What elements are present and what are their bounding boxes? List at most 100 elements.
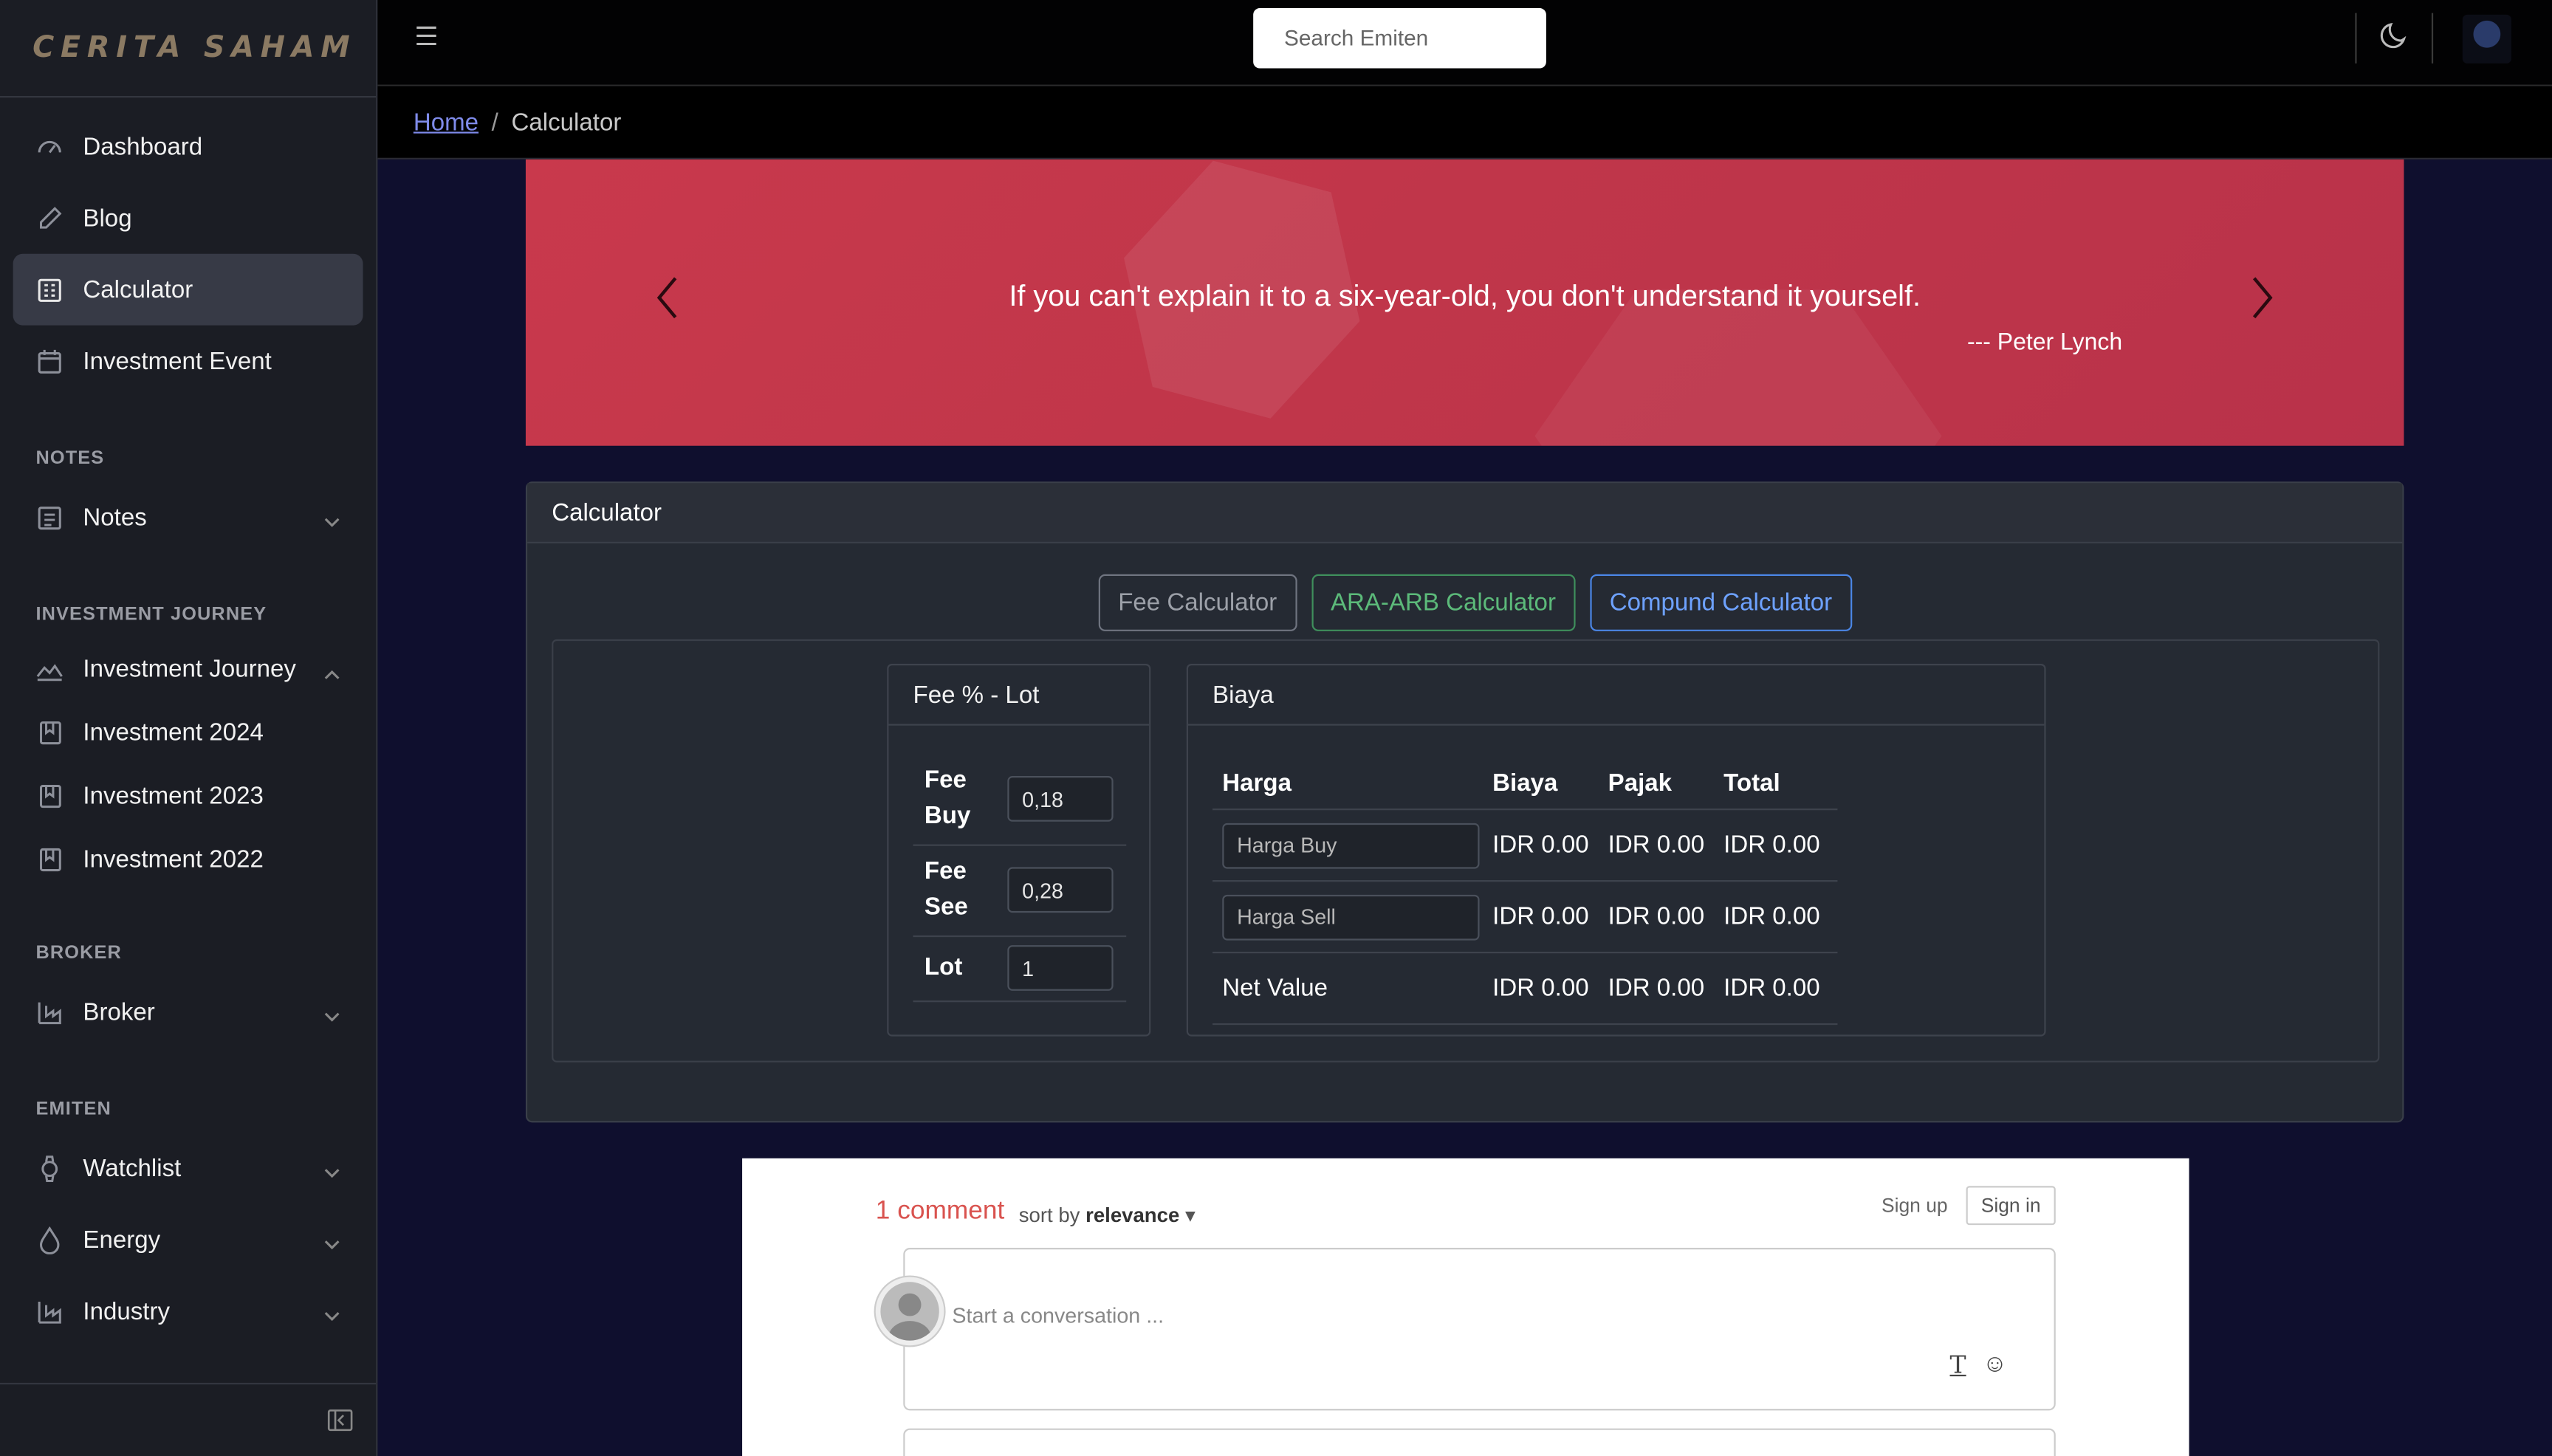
brand-logo[interactable]: CERITA SAHAM (0, 0, 377, 98)
header-divider (2355, 13, 2357, 63)
pajak-cell: IDR 0.00 (1608, 831, 1705, 859)
emoji-icon[interactable]: ☺ (1983, 1350, 2008, 1380)
sidebar-item-watchlist[interactable]: Watchlist (13, 1133, 363, 1204)
fee-table: Fee Buy Fee See Lot (913, 755, 1127, 1003)
quote-carousel: If you can't explain it to a six-year-ol… (525, 159, 2404, 446)
sidebar-item-notes[interactable]: Notes (13, 481, 363, 553)
biaya-table: Harga Biaya Pajak Total IDR 0.00 IDR 0.0… (1212, 757, 1838, 1026)
comment-box-secondary (903, 1428, 2056, 1456)
chevron-down-icon (324, 1232, 340, 1250)
sidebar-item-label: Investment 2024 (83, 718, 264, 747)
search-input[interactable] (1253, 8, 1546, 69)
column-header-harga: Harga (1222, 769, 1292, 797)
column-header-total: Total (1723, 769, 1780, 797)
sidebar-item-label: Broker (83, 997, 155, 1026)
fee-sell-label: Fee See (924, 857, 968, 921)
fee-buy-label: Fee Buy (924, 766, 971, 830)
user-avatar (875, 1277, 944, 1346)
section-title-emiten: EMITEN (35, 1099, 112, 1119)
top-header (377, 0, 2552, 86)
harga-cell (1212, 822, 1492, 868)
composer-tools: T ☺ (1950, 1350, 2008, 1380)
biaya-card-title: Biaya (1187, 665, 2045, 726)
sidebar-item-dashboard[interactable]: Dashboard (13, 111, 363, 182)
tab-compound-calculator[interactable]: Compund Calculator (1590, 574, 1852, 631)
harga-cell (1212, 893, 1492, 940)
comments-widget: 1 comment sort by relevance ▾ Sign up Si… (742, 1158, 2189, 1456)
section-title-notes: NOTES (35, 449, 105, 469)
sidebar-item-label: Dashboard (83, 132, 203, 161)
journal-icon (35, 719, 63, 746)
tab-ara-arb-calculator[interactable]: ARA-ARB Calculator (1311, 574, 1576, 631)
journal-icon (35, 783, 63, 810)
calculator-panel: Fee % - Lot Fee Buy Fee See Lot (552, 639, 2380, 1062)
tab-fee-calculator[interactable]: Fee Calculator (1098, 574, 1297, 631)
chevron-down-icon (324, 1303, 340, 1322)
biaya-cell: IDR 0.00 (1492, 831, 1589, 859)
fee-row: Fee See (913, 846, 1127, 938)
sidebar-item-industry[interactable]: Industry (13, 1275, 363, 1347)
sort-dropdown[interactable]: sort by relevance ▾ (1019, 1202, 1196, 1227)
biaya-cell: IDR 0.00 (1492, 902, 1589, 931)
calculator-card-title: Calculator (527, 483, 2403, 543)
sidebar-item-calculator[interactable]: Calculator (13, 253, 363, 326)
sidebar-collapse-icon[interactable] (327, 1407, 353, 1433)
menu-icon[interactable] (414, 23, 439, 49)
sidebar-item-investment-2022[interactable]: Investment 2022 (13, 828, 363, 892)
droplet-icon (35, 1226, 63, 1254)
pajak-cell: IDR 0.00 (1608, 902, 1705, 931)
column-header-biaya: Biaya (1492, 769, 1558, 797)
notes-icon (35, 504, 63, 531)
text-format-icon[interactable]: T (1950, 1350, 1966, 1380)
carousel-next-icon[interactable] (2246, 273, 2279, 322)
industry-icon (35, 998, 63, 1026)
speedometer-icon (35, 133, 63, 160)
sidebar-item-label: Investment Event (83, 347, 272, 375)
table-row: IDR 0.00 IDR 0.00 IDR 0.00 (1212, 882, 1838, 954)
sidebar-item-label: Notes (83, 503, 147, 532)
sidebar-item-label: Calculator (83, 275, 193, 303)
moon-icon[interactable] (2378, 19, 2410, 52)
watch-icon (35, 1154, 63, 1181)
fee-sell-input[interactable] (1007, 867, 1114, 913)
lot-input[interactable] (1007, 945, 1114, 991)
sign-in-button[interactable]: Sign in (1966, 1186, 2056, 1226)
sidebar-item-label: Investment 2022 (83, 845, 264, 874)
column-header-pajak: Pajak (1608, 769, 1673, 797)
sidebar-item-blog[interactable]: Blog (13, 182, 363, 254)
total-cell: IDR 0.00 (1723, 831, 1820, 859)
chevron-down-icon (324, 509, 340, 527)
total-cell: IDR 0.00 (1723, 902, 1820, 931)
sidebar-item-label: Watchlist (83, 1154, 182, 1182)
chevron-up-icon (324, 662, 340, 679)
biaya-cell: IDR 0.00 (1492, 974, 1589, 1003)
table-header-row: Harga Biaya Pajak Total (1212, 757, 1838, 811)
sidebar-item-investment-2024[interactable]: Investment 2024 (13, 701, 363, 765)
pencil-icon (35, 205, 63, 232)
section-title-broker: BROKER (35, 943, 122, 964)
breadcrumb-home-link[interactable]: Home (414, 109, 478, 136)
journal-icon (35, 846, 63, 873)
fee-buy-input[interactable] (1007, 776, 1114, 822)
biaya-card: Biaya Harga Biaya Pajak Total IDR 0.00 I… (1186, 663, 2046, 1037)
sidebar-item-energy[interactable]: Energy (13, 1204, 363, 1276)
sidebar-item-broker[interactable]: Broker (13, 976, 363, 1048)
fee-lot-card: Fee % - Lot Fee Buy Fee See Lot (887, 663, 1151, 1037)
chevron-down-icon (324, 1160, 340, 1178)
sidebar-item-investment-event[interactable]: Investment Event (13, 326, 363, 397)
sidebar-item-investment-journey[interactable]: Investment Journey (13, 638, 363, 701)
lot-label: Lot (924, 953, 963, 981)
harga-sell-input[interactable] (1222, 893, 1480, 940)
section-title-investment-journey: INVESTMENT JOURNEY (35, 605, 267, 625)
sidebar-footer (0, 1382, 377, 1456)
comment-count[interactable]: 1 comment (876, 1198, 1004, 1227)
sign-up-link[interactable]: Sign up (1882, 1194, 1948, 1217)
comment-input[interactable]: Start a conversation ... (952, 1303, 1164, 1328)
pajak-cell: IDR 0.00 (1608, 974, 1705, 1003)
harga-buy-input[interactable] (1222, 822, 1480, 868)
sidebar-item-investment-2023[interactable]: Investment 2023 (13, 765, 363, 828)
fee-lot-card-title: Fee % - Lot (888, 665, 1150, 726)
net-value-label: Net Value (1222, 974, 1328, 1003)
avatar[interactable] (2462, 14, 2511, 63)
comment-composer[interactable] (903, 1248, 2056, 1411)
